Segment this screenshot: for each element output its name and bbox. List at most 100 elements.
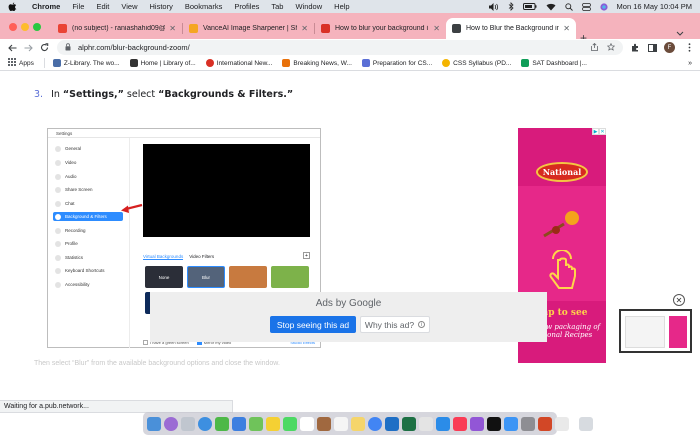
system-preferences-icon[interactable] (521, 416, 535, 431)
tab-close-icon[interactable]: ✕ (563, 24, 570, 33)
volume-icon[interactable] (488, 2, 499, 11)
site-favicon-icon (321, 24, 330, 33)
tab-alphr-active[interactable]: How to Blur the Background in ✕ (446, 18, 576, 39)
bookmark-international-news[interactable]: International New... (205, 59, 272, 67)
profile-avatar[interactable]: F (664, 42, 675, 53)
bookmark-breaking-news[interactable]: Breaking News, W... (282, 59, 352, 67)
preview-icon[interactable] (555, 416, 569, 431)
lock-icon[interactable] (65, 42, 71, 53)
bookmark-css-syllabus[interactable]: CSS Syllabus (PD... (442, 59, 511, 67)
control-center-icon[interactable] (581, 2, 591, 11)
menu-profiles[interactable]: Profiles (234, 2, 259, 11)
zoom-sidebar-label: Accessibility (65, 282, 90, 287)
spotlight-icon[interactable] (564, 2, 573, 11)
zoom-icon[interactable] (436, 416, 450, 431)
tab-close-icon[interactable]: ✕ (301, 24, 308, 33)
tab-gmail[interactable]: (no subject) - raniashahid09@ ✕ (52, 18, 182, 39)
tab-search-chevron-icon[interactable] (676, 30, 684, 39)
tab-close-icon[interactable]: ✕ (169, 24, 176, 33)
window-zoom-button[interactable] (33, 23, 41, 31)
address-bar[interactable]: alphr.com/blur-background-zoom/ (57, 40, 623, 55)
share-icon[interactable] (591, 42, 598, 53)
keyboard-icon (55, 267, 61, 274)
maps-icon[interactable] (249, 416, 263, 431)
bookmark-zlibrary[interactable]: Z-Library. The wo... (52, 59, 120, 67)
zoom-sidebar-accessibility: Accessibility (53, 280, 123, 289)
trash-icon[interactable] (579, 416, 593, 431)
zoom-bg-label: Blur (201, 274, 210, 280)
tab-blur-background[interactable]: How to blur your background i ✕ (315, 18, 446, 39)
bookmark-apps[interactable]: Apps (8, 58, 34, 68)
bookmark-star-icon[interactable] (606, 42, 616, 53)
adchoices-icon[interactable]: ▶ (592, 128, 599, 135)
ad-close-icon[interactable]: ✕ (673, 294, 685, 306)
green-screen-checkbox (143, 340, 148, 345)
side-panel-icon[interactable] (646, 41, 659, 54)
headphones-icon (55, 173, 61, 180)
tab-close-icon[interactable]: ✕ (433, 24, 440, 33)
national-brand-logo: National (536, 162, 588, 182)
status-text: Waiting for a.pub.network... (4, 403, 89, 410)
mail-icon[interactable] (232, 416, 246, 431)
zoom-tab-video-filters: Video Filters (189, 254, 215, 259)
apple-tv-icon[interactable] (487, 416, 501, 431)
app-store-icon[interactable] (504, 416, 518, 431)
reminders-icon[interactable] (334, 416, 348, 431)
why-this-ad-button[interactable]: Why this ad? i (360, 316, 430, 333)
menu-app-name[interactable]: Chrome (32, 2, 60, 11)
zoom-sidebar-label: Keyboard Shortcuts (65, 268, 105, 273)
stop-seeing-ad-button[interactable]: Stop seeing this ad (270, 316, 356, 333)
step-middle: select (123, 89, 159, 100)
window-minimize-button[interactable] (21, 23, 29, 31)
notes-icon[interactable] (351, 416, 365, 431)
news-icon (205, 59, 214, 67)
forward-arrow-icon[interactable] (22, 41, 35, 54)
picture-in-picture-window[interactable] (619, 309, 692, 353)
tab-vanceai[interactable]: VanceAI Image Sharpener | Sh ✕ (183, 18, 314, 39)
chrome-menu-icon[interactable] (683, 41, 696, 54)
wifi-icon[interactable] (546, 3, 556, 11)
contacts-icon[interactable] (317, 416, 331, 431)
bookmark-library[interactable]: Home | Library of... (129, 59, 196, 67)
bluetooth-icon[interactable] (508, 2, 514, 11)
launchpad-icon[interactable] (181, 416, 195, 431)
ad-close-x-icon[interactable]: ✕ (599, 128, 606, 135)
siri-app-icon[interactable] (164, 416, 178, 431)
calendar-icon[interactable] (300, 416, 314, 431)
menu-edit[interactable]: Edit (96, 2, 109, 11)
menu-tab[interactable]: Tab (271, 2, 283, 11)
messages-icon[interactable] (215, 416, 229, 431)
menubar-datetime[interactable]: Mon 16 May 10:04 PM (617, 2, 692, 11)
safari-icon[interactable] (198, 416, 212, 431)
menu-history[interactable]: History (150, 2, 173, 11)
menu-bookmarks[interactable]: Bookmarks (185, 2, 223, 11)
battery-icon[interactable] (522, 3, 537, 10)
siri-icon[interactable] (599, 2, 608, 11)
bookmark-css-preparation[interactable]: Preparation for CS... (361, 59, 432, 67)
chrome-dock-icon[interactable] (368, 416, 382, 431)
tab-title: How to blur your background i (335, 25, 428, 32)
textedit-icon[interactable] (419, 416, 433, 431)
back-arrow-icon[interactable] (6, 41, 19, 54)
menu-help[interactable]: Help (334, 2, 349, 11)
music-icon[interactable] (453, 416, 467, 431)
menu-view[interactable]: View (121, 2, 137, 11)
menu-file[interactable]: File (72, 2, 84, 11)
podcasts-icon[interactable] (470, 416, 484, 431)
powerpoint-icon[interactable] (538, 416, 552, 431)
background-filters-icon (55, 213, 61, 220)
reload-icon[interactable] (38, 41, 51, 54)
apple-icon[interactable] (8, 2, 18, 12)
word-icon[interactable] (385, 416, 399, 431)
photos-icon[interactable] (266, 416, 280, 431)
adchoices[interactable]: ▶ ✕ (592, 128, 606, 135)
menu-window[interactable]: Window (295, 2, 322, 11)
window-close-button[interactable] (9, 23, 17, 31)
bookmark-sat-dashboard[interactable]: SAT Dashboard |... (521, 59, 587, 67)
finder-icon[interactable] (147, 416, 161, 431)
address-url[interactable]: alphr.com/blur-background-zoom/ (78, 43, 190, 52)
excel-icon[interactable] (402, 416, 416, 431)
extensions-puzzle-icon[interactable] (629, 41, 642, 54)
facetime-icon[interactable] (283, 416, 297, 431)
bookmarks-overflow-icon[interactable]: » (688, 60, 692, 67)
